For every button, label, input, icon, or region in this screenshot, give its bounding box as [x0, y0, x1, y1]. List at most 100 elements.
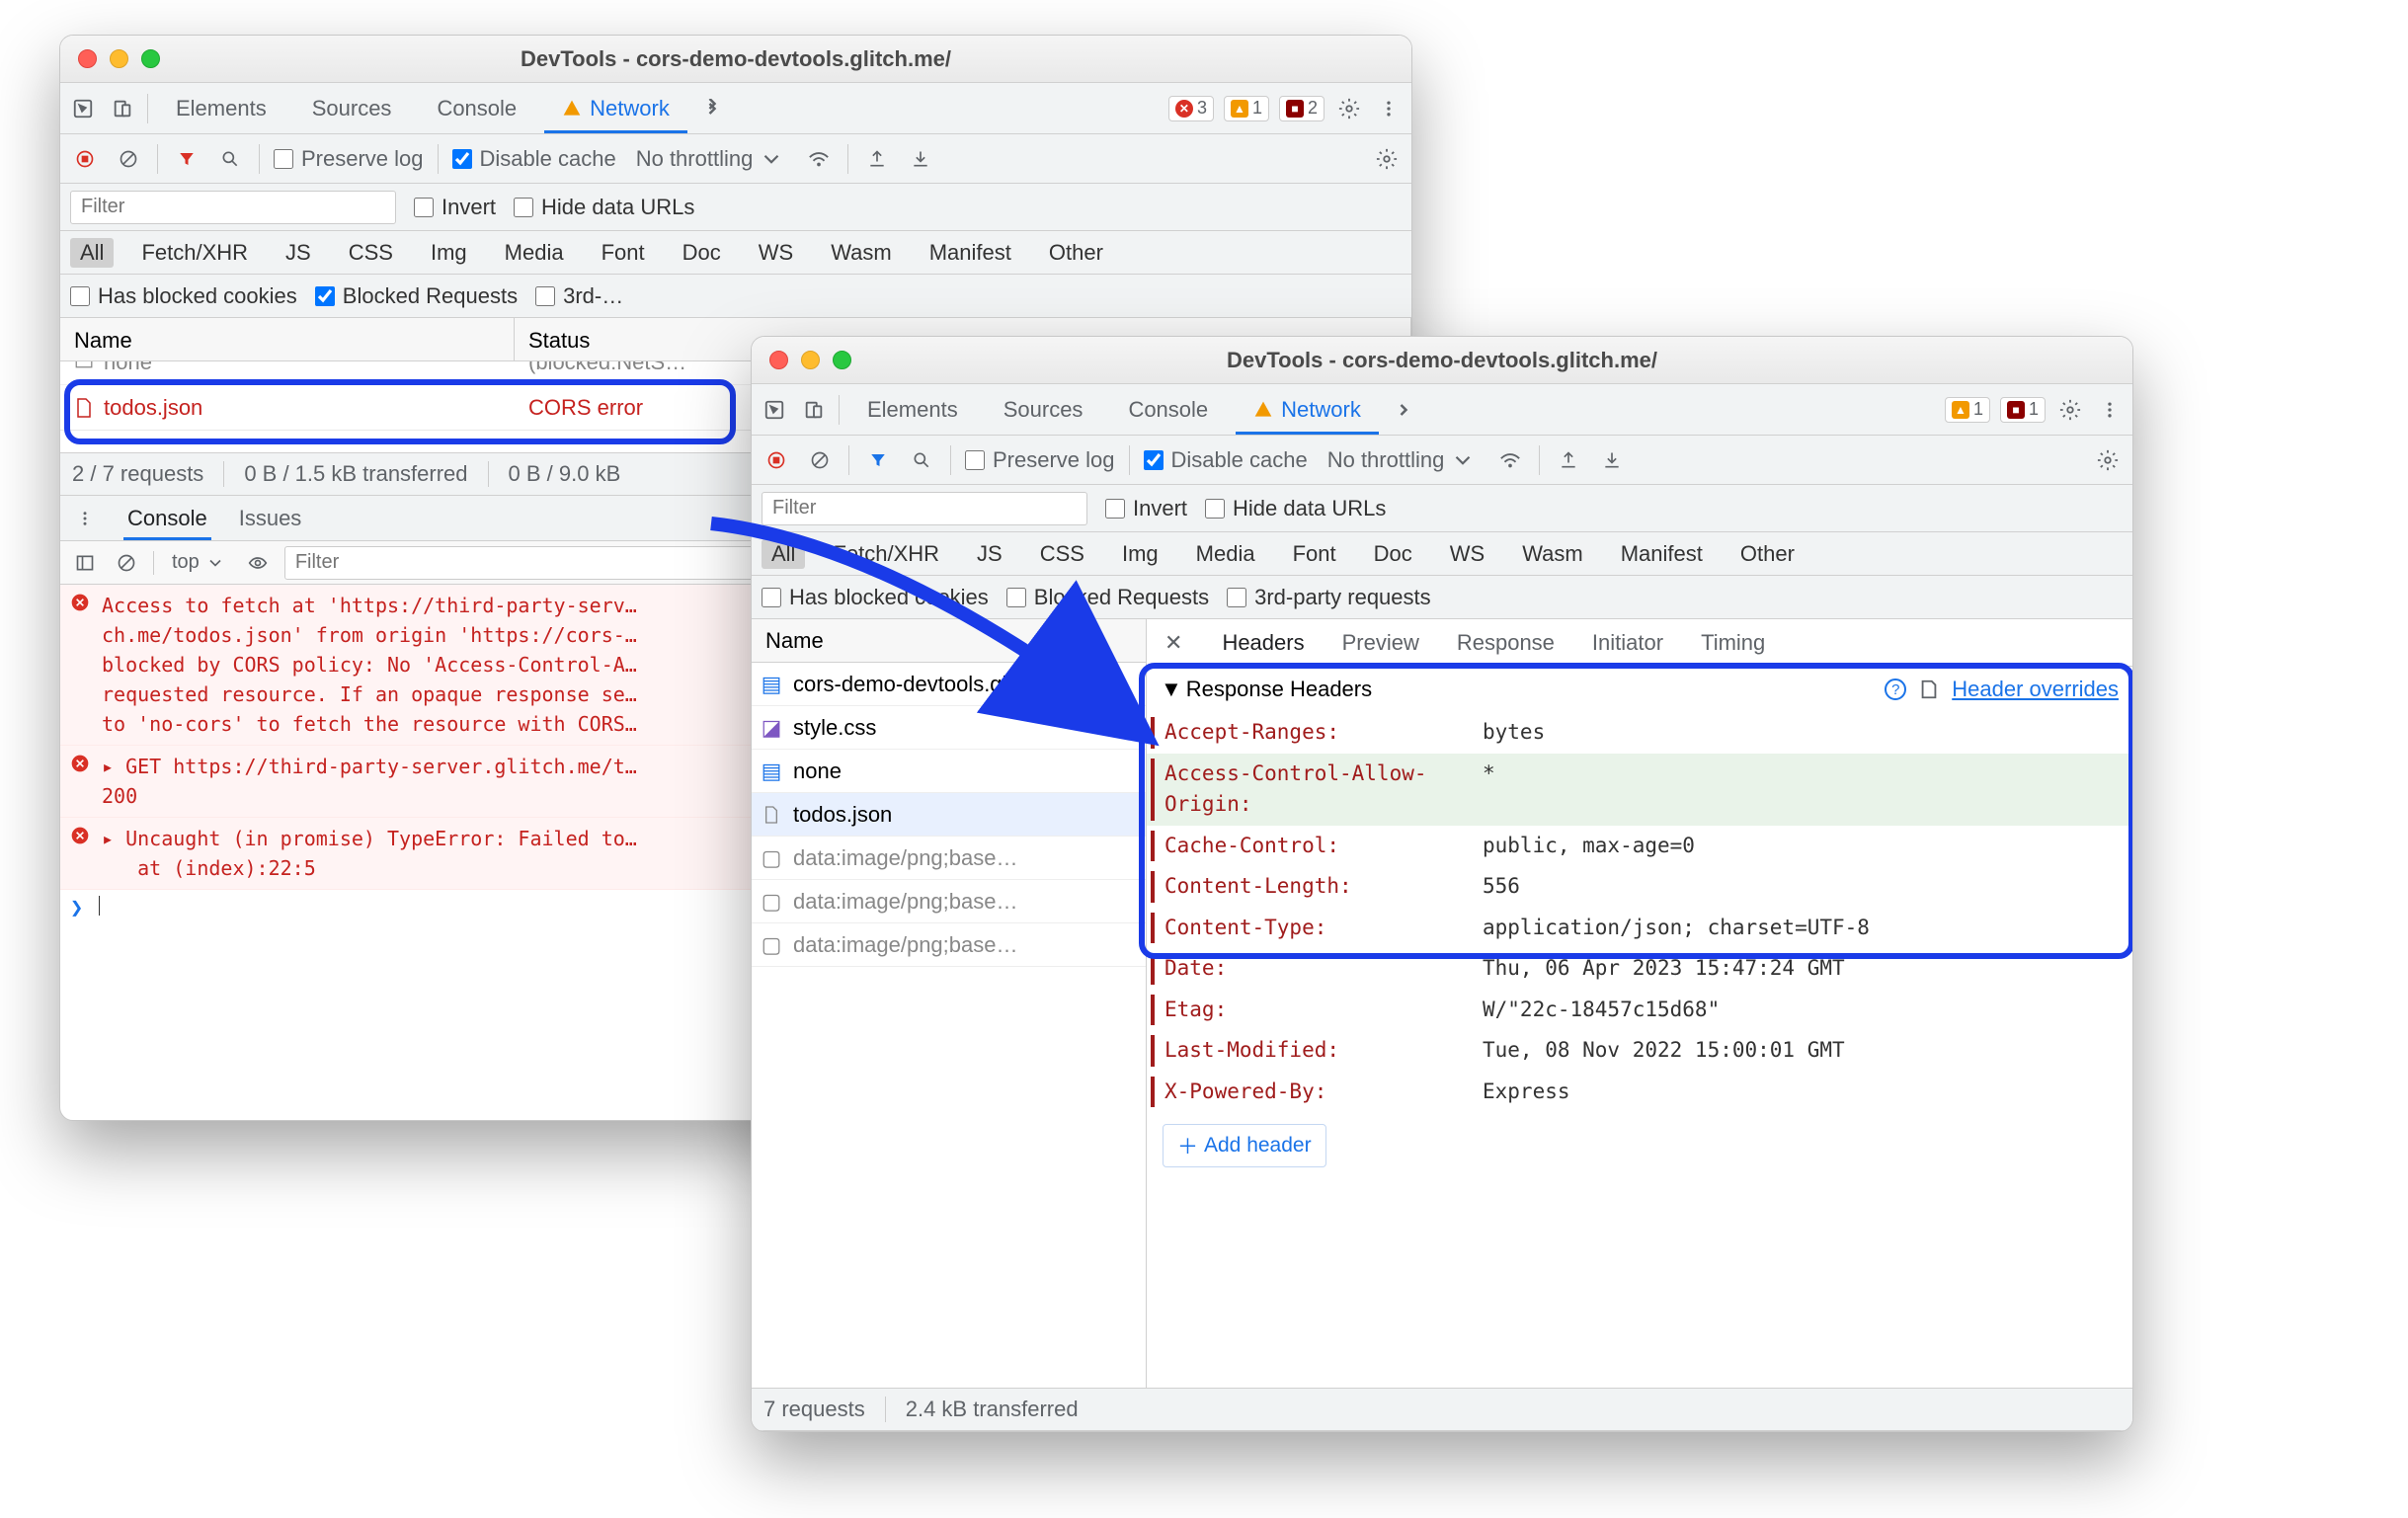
- header-row[interactable]: Content-Type:application/json; charset=U…: [1147, 908, 2132, 949]
- column-name[interactable]: Name: [60, 318, 515, 360]
- error-count-badge[interactable]: ✕3: [1168, 96, 1214, 121]
- tab-elements[interactable]: Elements: [158, 83, 284, 133]
- tab-elements[interactable]: Elements: [849, 384, 976, 435]
- clear-console-icon[interactable]: [112, 548, 141, 578]
- header-row[interactable]: Date:Thu, 06 Apr 2023 15:47:24 GMT: [1147, 948, 2132, 990]
- network-conditions-icon[interactable]: [1495, 445, 1525, 475]
- header-row[interactable]: Accept-Ranges:bytes: [1147, 712, 2132, 754]
- filter-wasm[interactable]: Wasm: [821, 238, 902, 268]
- maximize-window[interactable]: [141, 49, 160, 68]
- filter-other[interactable]: Other: [1730, 539, 1805, 569]
- maximize-window[interactable]: [833, 351, 851, 369]
- help-icon[interactable]: ?: [1885, 679, 1906, 700]
- request-row[interactable]: ▢data:image/png;base…: [752, 923, 1146, 967]
- search-icon[interactable]: [907, 445, 936, 475]
- device-toggle-icon[interactable]: [108, 94, 137, 123]
- clear-icon[interactable]: [114, 144, 143, 174]
- inspect-icon[interactable]: [760, 395, 789, 425]
- third-party-checkbox[interactable]: 3rd-…: [535, 283, 623, 309]
- network-conditions-icon[interactable]: [804, 144, 834, 174]
- request-row[interactable]: ▢data:image/png;base…: [752, 880, 1146, 923]
- record-icon[interactable]: [70, 144, 100, 174]
- toggle-sidebar-icon[interactable]: [70, 548, 100, 578]
- context-select[interactable]: top: [166, 551, 231, 574]
- upload-har-icon[interactable]: [862, 144, 892, 174]
- drawer-tab-console[interactable]: Console: [123, 496, 211, 540]
- tab-sources[interactable]: Sources: [294, 83, 410, 133]
- record-icon[interactable]: [762, 445, 791, 475]
- throttling-select[interactable]: No throttling: [630, 146, 791, 172]
- invert-checkbox[interactable]: Invert: [414, 195, 496, 220]
- hide-data-urls-checkbox[interactable]: Hide data URLs: [1205, 496, 1386, 521]
- tab-console[interactable]: Console: [1110, 384, 1226, 435]
- request-row[interactable]: ◪style.css: [752, 706, 1146, 750]
- tab-console[interactable]: Console: [419, 83, 534, 133]
- request-row[interactable]: ▤none: [752, 750, 1146, 793]
- header-row[interactable]: Cache-Control:public, max-age=0: [1147, 826, 2132, 867]
- minimize-window[interactable]: [801, 351, 820, 369]
- filter-all[interactable]: All: [70, 238, 114, 268]
- network-settings-icon[interactable]: [1372, 144, 1402, 174]
- filter-ws[interactable]: WS: [1440, 539, 1494, 569]
- disable-cache-checkbox[interactable]: Disable cache: [1144, 447, 1308, 473]
- warning-count-badge[interactable]: ▲1: [1945, 397, 1990, 423]
- filter-js[interactable]: JS: [276, 238, 321, 268]
- filter-input[interactable]: [762, 492, 1087, 525]
- filter-fetch[interactable]: Fetch/XHR: [823, 539, 949, 569]
- request-row[interactable]: ▢data:image/png;base…: [752, 837, 1146, 880]
- kebab-icon[interactable]: [1374, 94, 1404, 123]
- filter-media[interactable]: Media: [1186, 539, 1265, 569]
- tab-network[interactable]: Network: [1236, 384, 1379, 435]
- drawer-tab-issues[interactable]: Issues: [235, 496, 306, 540]
- response-headers-section[interactable]: ▼Response Headers ? Header overrides: [1147, 667, 2132, 712]
- clear-icon[interactable]: [805, 445, 835, 475]
- request-row[interactable]: todos.json: [752, 793, 1146, 837]
- filter-fetch[interactable]: Fetch/XHR: [131, 238, 258, 268]
- hide-data-urls-checkbox[interactable]: Hide data URLs: [514, 195, 694, 220]
- disable-cache-checkbox[interactable]: Disable cache: [452, 146, 616, 172]
- close-window[interactable]: [769, 351, 788, 369]
- preserve-log-checkbox[interactable]: Preserve log: [965, 447, 1115, 473]
- inspect-icon[interactable]: [68, 94, 98, 123]
- device-toggle-icon[interactable]: [799, 395, 829, 425]
- filter-icon[interactable]: [863, 445, 893, 475]
- blocked-cookies-checkbox[interactable]: Has blocked cookies: [762, 585, 989, 610]
- header-row[interactable]: Access-Control-Allow-Origin:*: [1147, 754, 2132, 826]
- close-window[interactable]: [78, 49, 97, 68]
- preserve-log-checkbox[interactable]: Preserve log: [274, 146, 424, 172]
- header-row[interactable]: Last-Modified:Tue, 08 Nov 2022 15:00:01 …: [1147, 1030, 2132, 1072]
- filter-img[interactable]: Img: [421, 238, 477, 268]
- settings-icon[interactable]: [2055, 395, 2085, 425]
- filter-font[interactable]: Font: [1283, 539, 1346, 569]
- filter-ws[interactable]: WS: [749, 238, 803, 268]
- override-file-icon[interactable]: [1918, 679, 1940, 700]
- filter-wasm[interactable]: Wasm: [1512, 539, 1593, 569]
- blocked-count-badge[interactable]: ■2: [1279, 96, 1324, 121]
- column-name[interactable]: Name: [752, 619, 1146, 663]
- filter-media[interactable]: Media: [495, 238, 574, 268]
- filter-doc[interactable]: Doc: [1364, 539, 1422, 569]
- invert-checkbox[interactable]: Invert: [1105, 496, 1187, 521]
- filter-manifest[interactable]: Manifest: [920, 238, 1021, 268]
- throttling-select[interactable]: No throttling: [1322, 447, 1483, 473]
- blocked-requests-checkbox[interactable]: Blocked Requests: [315, 283, 518, 309]
- add-header-button[interactable]: ＋Add header: [1163, 1124, 1326, 1167]
- filter-css[interactable]: CSS: [1030, 539, 1094, 569]
- close-detail-icon[interactable]: ✕: [1159, 630, 1188, 656]
- blocked-requests-checkbox[interactable]: Blocked Requests: [1006, 585, 1209, 610]
- filter-other[interactable]: Other: [1039, 238, 1113, 268]
- kebab-icon[interactable]: [70, 504, 100, 533]
- more-tabs-icon[interactable]: [1389, 395, 1418, 425]
- download-har-icon[interactable]: [1597, 445, 1627, 475]
- detail-tab-initiator[interactable]: Initiator: [1588, 619, 1667, 666]
- search-icon[interactable]: [215, 144, 245, 174]
- header-row[interactable]: X-Powered-By:Express: [1147, 1072, 2132, 1113]
- header-row[interactable]: Content-Length:556: [1147, 866, 2132, 908]
- detail-tab-headers[interactable]: Headers: [1218, 619, 1308, 666]
- live-expression-icon[interactable]: [243, 548, 273, 578]
- minimize-window[interactable]: [110, 49, 128, 68]
- filter-manifest[interactable]: Manifest: [1611, 539, 1713, 569]
- blocked-cookies-checkbox[interactable]: Has blocked cookies: [70, 283, 297, 309]
- upload-har-icon[interactable]: [1554, 445, 1583, 475]
- settings-icon[interactable]: [1334, 94, 1364, 123]
